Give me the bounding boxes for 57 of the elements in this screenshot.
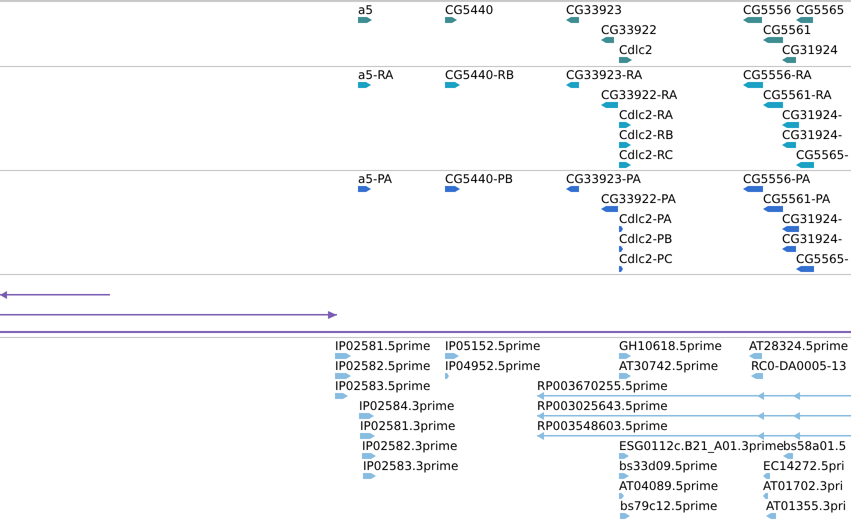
feature-label: CG33923-PA bbox=[566, 172, 641, 186]
feature-label: IP02583.5prime bbox=[335, 379, 430, 393]
feature-label: IP02584.3prime bbox=[359, 399, 454, 413]
feature-label: Cdlc2 bbox=[619, 43, 653, 57]
feature-label: CG5561 bbox=[763, 23, 812, 37]
feature-label: a5 bbox=[358, 3, 373, 17]
feature-label: bs33d09.5prime bbox=[619, 459, 718, 473]
feature-label: GH10618.5prime bbox=[619, 339, 722, 353]
feature-label: AT01702.3pri bbox=[763, 479, 844, 493]
feature-label: CG5556 bbox=[743, 3, 792, 17]
feature-label: CG5565- bbox=[796, 148, 849, 162]
feature-label: CG5561-RA bbox=[763, 88, 832, 102]
feature-label: Cdlc2-RC bbox=[619, 148, 674, 162]
feature-label: AT01355.3pri bbox=[766, 499, 846, 513]
feature-label: CG5440-PB bbox=[445, 172, 514, 186]
feature-label: AT04089.5prime bbox=[619, 479, 718, 493]
feature-label: ESG0112c.B21_A01.3prime bbox=[619, 439, 784, 453]
feature-label: IP02583.3prime bbox=[363, 459, 458, 473]
feature-label: IP05152.5prime bbox=[445, 339, 540, 353]
feature-label: RP003548603.5prime bbox=[537, 419, 668, 433]
feature-label: CG33923-RA bbox=[566, 68, 642, 82]
feature-label: CG5556-RA bbox=[743, 68, 812, 82]
feature-label: CG5565- bbox=[796, 252, 849, 266]
feature-label: Cdlc2-RA bbox=[619, 108, 673, 122]
feature-label: CG31924 bbox=[782, 43, 838, 57]
feature-label: Cdlc2-RB bbox=[619, 128, 674, 142]
feature-label: IP02582.5prime bbox=[335, 359, 430, 373]
feature-label: a5-PA bbox=[358, 172, 392, 186]
feature-label: CG5561-PA bbox=[763, 192, 830, 206]
feature-label: IP04952.5prime bbox=[445, 359, 540, 373]
feature-label: CG5556-PA bbox=[743, 172, 810, 186]
feature-label: CG33922-RA bbox=[601, 88, 678, 102]
feature-label: AT30742.5prime bbox=[619, 359, 718, 373]
feature-label: Cdlc2-PB bbox=[619, 232, 672, 246]
feature-label: IP02582.3prime bbox=[362, 439, 458, 453]
feature-label: RP003670255.5prime bbox=[537, 379, 668, 393]
feature-label: CG33922 bbox=[601, 23, 657, 37]
feature-label: CG31924- bbox=[782, 212, 842, 226]
feature-label: bs58a01.5 bbox=[783, 439, 846, 453]
feature-label: CG5440 bbox=[445, 3, 494, 17]
feature-label: a5-RA bbox=[358, 68, 394, 82]
feature-label: IP02581.5prime bbox=[335, 339, 430, 353]
feature-label: RC0-DA0005-13 bbox=[751, 359, 846, 373]
feature-label: CG31924- bbox=[782, 232, 842, 246]
feature-label: IP02581.3prime bbox=[360, 419, 456, 433]
feature-label: CG5440-RB bbox=[445, 68, 514, 82]
feature-label: CG5565 bbox=[796, 3, 844, 17]
feature-label: CG33923 bbox=[566, 3, 622, 17]
feature-label: EC14272.5pri bbox=[763, 459, 844, 473]
feature-label: bs79c12.5prime bbox=[620, 499, 718, 513]
feature-label: CG33922-PA bbox=[601, 192, 676, 206]
feature-label: Cdlc2-PA bbox=[619, 212, 672, 226]
feature-label: Cdlc2-PC bbox=[619, 252, 673, 266]
feature-label: CG31924- bbox=[782, 108, 842, 122]
feature-label: RP003025643.5prime bbox=[537, 399, 668, 413]
feature-label: CG31924- bbox=[782, 128, 842, 142]
feature-label: AT28324.5prime bbox=[749, 339, 848, 353]
